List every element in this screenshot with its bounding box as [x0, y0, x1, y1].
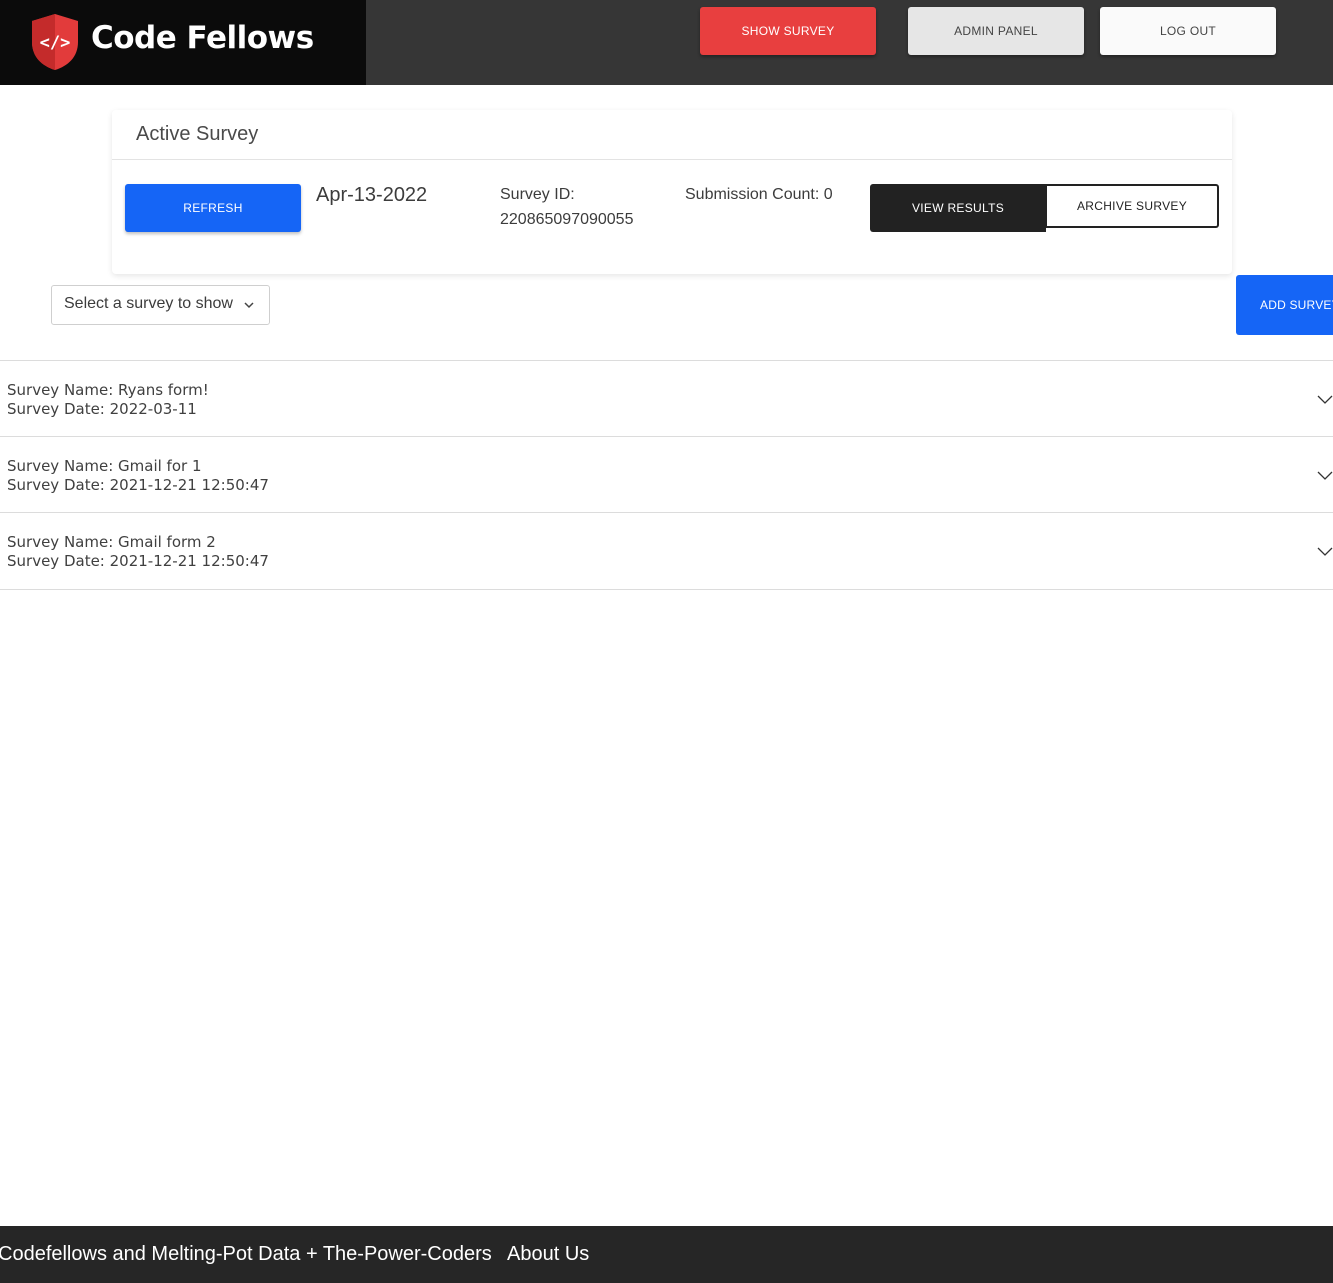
card-title: Active Survey	[136, 123, 259, 145]
survey-list-item[interactable]: Survey Name: Gmail for 1 Survey Date: 20…	[0, 436, 1333, 512]
expand-chevron-icon[interactable]	[1317, 545, 1333, 557]
add-survey-button[interactable]: ADD SURVEY	[1236, 275, 1333, 335]
survey-list-item[interactable]: Survey Name: Gmail form 2 Survey Date: 2…	[0, 512, 1333, 590]
show-survey-button[interactable]: SHOW SURVEY	[700, 7, 876, 55]
survey-date: Survey Date: 2021-12-21 12:50:47	[7, 476, 269, 494]
top-navbar: </> Code Fellows SHOW SURVEY ADMIN PANEL…	[0, 0, 1333, 85]
survey-list-item[interactable]: Survey Name: Ryans form! Survey Date: 20…	[0, 360, 1333, 436]
active-survey-date: Apr-13-2022	[316, 184, 428, 206]
archive-survey-button[interactable]: ARCHIVE SURVEY	[1045, 184, 1219, 228]
footer: Codefellows and Melting-Pot Data + The-P…	[0, 1226, 1333, 1283]
survey-item-text: Survey Name: Ryans form! Survey Date: 20…	[7, 381, 209, 419]
survey-id-label: Survey ID:	[500, 186, 575, 203]
logo[interactable]: </> Code Fellows	[0, 0, 366, 85]
survey-name: Survey Name: Gmail for 1	[7, 457, 202, 475]
survey-item-text: Survey Name: Gmail for 1 Survey Date: 20…	[7, 457, 269, 495]
admin-panel-button[interactable]: ADMIN PANEL	[908, 7, 1084, 55]
logo-text: Code Fellows	[91, 20, 314, 56]
expand-chevron-icon[interactable]	[1317, 393, 1333, 405]
log-out-button[interactable]: LOG OUT	[1100, 7, 1276, 55]
about-us-link[interactable]: About Us	[507, 1243, 589, 1266]
divider	[112, 159, 1232, 160]
view-results-button[interactable]: VIEW RESULTS	[870, 184, 1046, 232]
survey-name: Survey Name: Gmail form 2	[7, 533, 216, 551]
expand-chevron-icon[interactable]	[1317, 469, 1333, 481]
survey-id-value: 220865097090055	[500, 211, 634, 228]
select-label: Select a survey to show	[64, 295, 233, 312]
survey-select-dropdown[interactable]: Select a survey to show	[51, 285, 270, 325]
code-shield-icon: </>	[32, 14, 78, 70]
chevron-down-icon	[244, 302, 254, 309]
survey-item-text: Survey Name: Gmail form 2 Survey Date: 2…	[7, 533, 269, 571]
footer-credits: Codefellows and Melting-Pot Data + The-P…	[0, 1243, 492, 1265]
survey-date: Survey Date: 2022-03-11	[7, 400, 197, 418]
survey-name: Survey Name: Ryans form!	[7, 381, 209, 399]
submission-count: Submission Count: 0	[685, 186, 833, 203]
refresh-button[interactable]: REFRESH	[125, 184, 301, 232]
svg-text:</>: </>	[40, 33, 71, 53]
active-survey-card: Active Survey REFRESH Apr-13-2022 Survey…	[112, 110, 1232, 274]
survey-date: Survey Date: 2021-12-21 12:50:47	[7, 552, 269, 570]
